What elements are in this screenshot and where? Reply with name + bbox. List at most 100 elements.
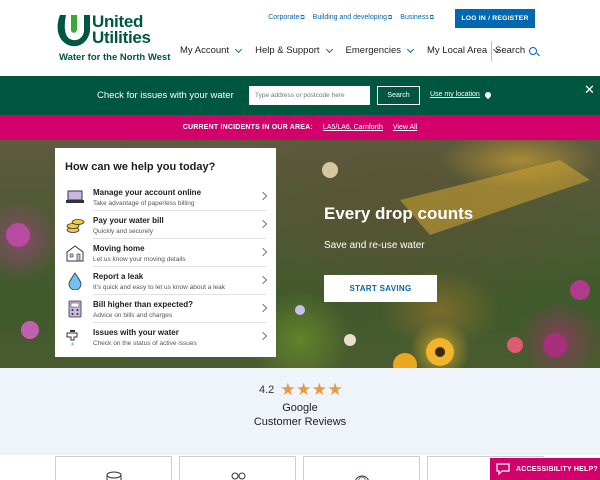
divider bbox=[93, 266, 266, 267]
use-my-location-link[interactable]: Use my location bbox=[430, 90, 493, 99]
logo-word-utilities: Utilities bbox=[92, 28, 151, 47]
utility-link-label: Business bbox=[400, 14, 429, 21]
chevron-right-icon bbox=[258, 275, 268, 285]
star-icon: ★ bbox=[327, 380, 343, 399]
close-icon[interactable]: ✕ bbox=[584, 82, 595, 98]
main-nav: My Account Help & Support Emergencies My… bbox=[180, 45, 513, 56]
site-header: United Utilities Water for the North Wes… bbox=[0, 0, 600, 76]
united-utilities-logo[interactable]: United Utilities Water for the North Wes… bbox=[54, 11, 170, 65]
help-item-label: Manage your account online bbox=[93, 188, 202, 197]
quick-link-card[interactable] bbox=[303, 456, 420, 480]
help-item-manage-account[interactable]: Manage your account online Take advantag… bbox=[65, 186, 270, 212]
external-link-icon: ⧉ bbox=[388, 15, 393, 21]
meter-icon bbox=[106, 471, 121, 480]
incident-location-link[interactable]: LA5/LA6, Carnforth bbox=[323, 124, 383, 131]
chevron-right-icon bbox=[258, 331, 268, 341]
logo-mark-icon bbox=[57, 15, 90, 47]
help-item-bill-higher[interactable]: Bill higher than expected? Advice on bil… bbox=[65, 298, 270, 324]
nav-item-emergencies[interactable]: Emergencies bbox=[345, 45, 415, 56]
help-item-label: Bill higher than expected? bbox=[93, 300, 194, 309]
help-item-desc: Advice on bills and charges bbox=[93, 312, 173, 319]
help-item-desc: Take advantage of paperless billing bbox=[93, 200, 195, 207]
help-item-desc: Quickly and securely bbox=[93, 228, 153, 235]
nav-label: Help & Support bbox=[255, 45, 320, 56]
chevron-down-icon bbox=[406, 45, 415, 53]
search-label: Search bbox=[495, 45, 526, 56]
chat-bubble-icon bbox=[496, 463, 510, 475]
utility-link-label: Building and developing bbox=[312, 14, 387, 21]
water-check-search-button[interactable]: Search bbox=[377, 86, 420, 105]
chevron-right-icon bbox=[258, 191, 268, 201]
nav-item-my-local-area[interactable]: My Local Area bbox=[427, 45, 501, 56]
nav-item-help-support[interactable]: Help & Support bbox=[255, 45, 333, 56]
search-icon bbox=[529, 46, 538, 55]
location-pin-icon bbox=[483, 90, 493, 99]
globe-icon bbox=[354, 475, 369, 480]
nav-label: My Local Area bbox=[427, 45, 488, 56]
water-check-bar: Check for issues with your water Search … bbox=[0, 76, 600, 115]
reviews-caption: Customer Reviews bbox=[253, 416, 347, 428]
calculator-icon bbox=[68, 300, 82, 318]
hero-title: Every drop counts bbox=[324, 204, 474, 223]
rating-value: 4.2 bbox=[259, 383, 275, 396]
star-icon: ★ bbox=[280, 380, 296, 399]
google-reviews-section: 4.2 ★ ★ ★ ★ Google Customer Reviews bbox=[0, 368, 600, 455]
header-search-button[interactable]: Search bbox=[495, 45, 538, 56]
chevron-right-icon bbox=[258, 303, 268, 313]
help-panel-title: How can we help you today? bbox=[65, 161, 216, 173]
coins-icon bbox=[66, 219, 85, 233]
help-panel: How can we help you today? Manage your a… bbox=[55, 148, 276, 357]
laptop-icon bbox=[66, 190, 84, 203]
divider bbox=[93, 322, 266, 323]
help-item-report-leak[interactable]: Report a leak It's quick and easy to let… bbox=[65, 270, 270, 296]
help-item-water-issues[interactable]: Issues with your water Check on the stat… bbox=[65, 326, 270, 352]
utility-link-corporate[interactable]: Corporate⧉ bbox=[268, 14, 304, 22]
quick-link-card[interactable] bbox=[55, 456, 172, 480]
help-item-label: Pay your water bill bbox=[93, 216, 164, 225]
accessibility-help-button[interactable]: ACCESSIBILITY HELP? bbox=[490, 458, 600, 480]
nav-item-my-account[interactable]: My Account bbox=[180, 45, 243, 56]
utility-link-building[interactable]: Building and developing⧉ bbox=[313, 14, 393, 22]
chevron-right-icon bbox=[258, 247, 268, 257]
nav-label: Emergencies bbox=[345, 45, 401, 56]
nav-label: My Account bbox=[180, 45, 230, 56]
quick-link-card[interactable] bbox=[179, 456, 296, 480]
chevron-down-icon bbox=[325, 45, 333, 53]
tap-icon bbox=[66, 330, 78, 346]
incidents-label: CURRENT INCIDENTS IN OUR AREA: bbox=[182, 124, 313, 131]
incidents-banner: CURRENT INCIDENTS IN OUR AREA: LA5/LA6, … bbox=[0, 115, 600, 140]
chevron-down-icon bbox=[235, 45, 243, 53]
house-icon bbox=[66, 245, 84, 262]
nav-divider bbox=[491, 41, 492, 61]
utility-link-business[interactable]: Business⧉ bbox=[400, 14, 434, 22]
address-postcode-input[interactable] bbox=[249, 86, 370, 105]
use-location-label: Use my location bbox=[430, 91, 480, 98]
start-saving-button[interactable]: START SAVING bbox=[324, 275, 437, 302]
water-check-label: Check for issues with your water bbox=[97, 90, 234, 101]
help-item-desc: Check on the status of active issues bbox=[93, 340, 197, 347]
utility-links: Corporate⧉ Building and developing⧉ Busi… bbox=[268, 14, 434, 22]
external-link-icon: ⧉ bbox=[300, 15, 305, 21]
view-all-incidents-link[interactable]: View All bbox=[393, 124, 417, 131]
help-item-moving-home[interactable]: Moving home Let us know your moving deta… bbox=[65, 242, 270, 268]
rating-row: 4.2 ★ ★ ★ ★ bbox=[259, 381, 343, 398]
external-link-icon: ⧉ bbox=[429, 15, 434, 21]
star-icon: ★ bbox=[311, 380, 328, 399]
people-icon bbox=[231, 472, 245, 480]
star-icon: ★ bbox=[296, 380, 312, 399]
help-item-label: Moving home bbox=[93, 244, 145, 253]
login-register-button[interactable]: LOG IN / REGISTER bbox=[455, 9, 535, 28]
logo-tagline: Water for the North West bbox=[59, 52, 171, 63]
utility-link-label: Corporate bbox=[268, 14, 300, 21]
help-item-pay-bill[interactable]: Pay your water bill Quickly and securely bbox=[65, 214, 270, 240]
chevron-right-icon bbox=[258, 219, 268, 229]
water-drop-icon bbox=[68, 272, 82, 290]
divider bbox=[93, 238, 266, 239]
help-item-label: Issues with your water bbox=[93, 328, 179, 337]
hero-subtitle: Save and re-use water bbox=[324, 240, 425, 251]
accessibility-label: ACCESSIBILITY HELP? bbox=[516, 465, 598, 473]
help-item-desc: Let us know your moving details bbox=[93, 256, 186, 263]
logo-wordmark: United Utilities bbox=[92, 13, 151, 47]
divider bbox=[93, 294, 266, 295]
help-item-desc: It's quick and easy to let us know about… bbox=[93, 284, 226, 291]
